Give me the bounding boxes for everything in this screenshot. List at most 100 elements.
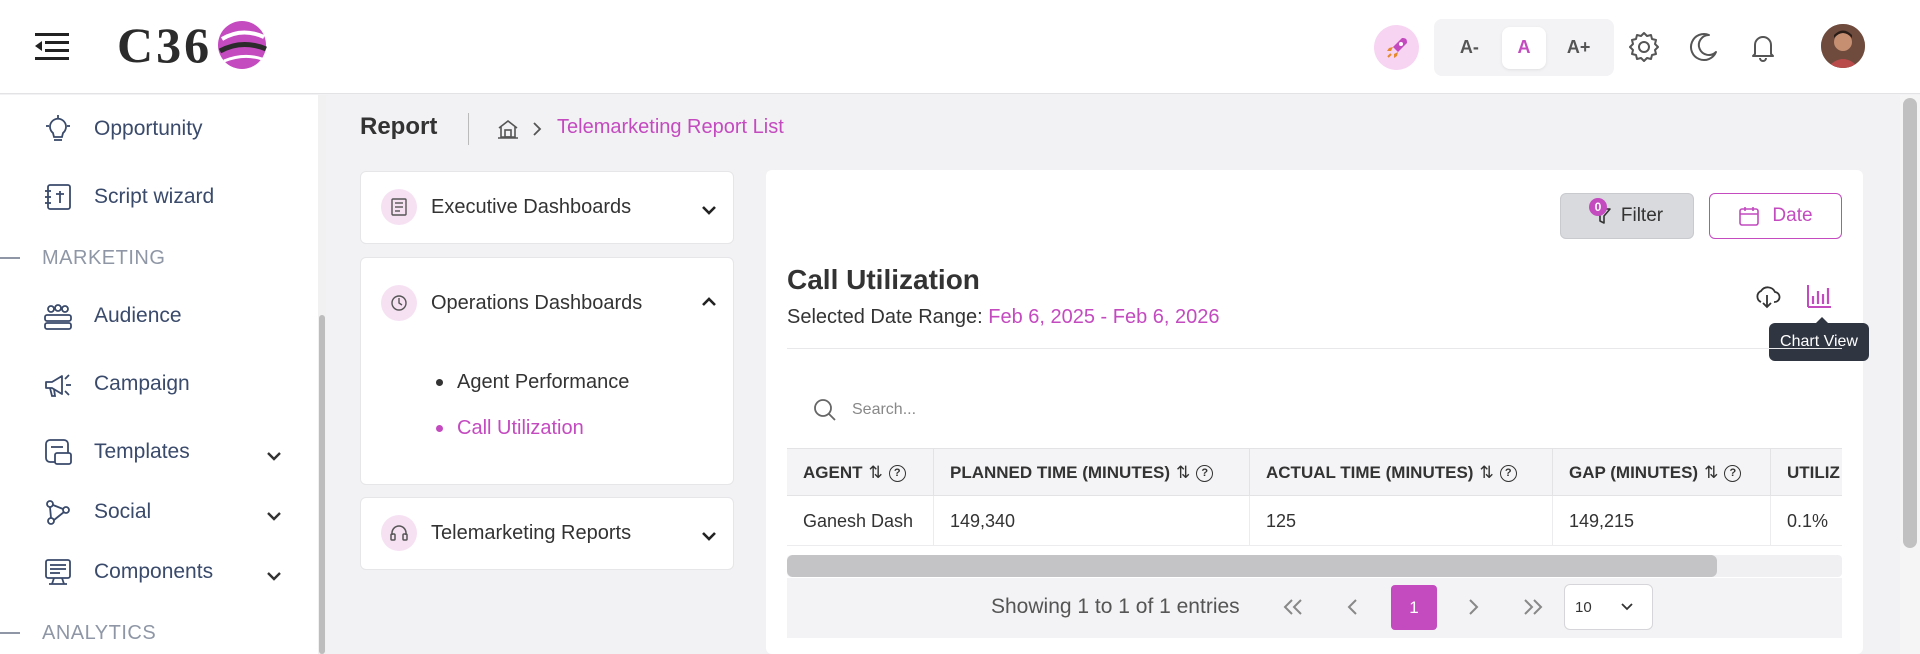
submenu-label: Agent Performance xyxy=(457,371,630,393)
breadcrumb-current[interactable]: Telemarketing Report List xyxy=(557,116,784,139)
sidebar-item-label: Audience xyxy=(94,304,182,327)
submenu-item-call-utilization[interactable]: Call Utilization xyxy=(436,417,584,440)
top-header: C36 A- A A+ xyxy=(0,0,1920,94)
chevron-up-icon[interactable] xyxy=(699,292,719,312)
calendar-icon xyxy=(1739,207,1760,226)
sidebar-item-label: Components xyxy=(94,560,214,583)
menu-collapse-icon[interactable] xyxy=(35,31,71,61)
chevron-down-icon[interactable] xyxy=(264,506,284,526)
section-label: MARKETING xyxy=(42,246,166,269)
help-icon[interactable]: ? xyxy=(1499,464,1517,482)
page-size-select[interactable]: 10 xyxy=(1564,584,1653,630)
pagination-bar xyxy=(787,578,1842,638)
sidebar-item-opportunity[interactable]: Opportunity xyxy=(42,109,203,149)
table-header: AGENT ⇅? PLANNED TIME (MINUTES) ⇅? ACTUAL … xyxy=(787,448,1842,497)
help-icon[interactable]: ? xyxy=(1196,464,1214,482)
moon-icon[interactable] xyxy=(1687,30,1721,64)
megaphone-icon xyxy=(45,374,71,397)
clock-icon xyxy=(381,285,417,321)
dashboard-icon xyxy=(381,189,417,225)
font-increase-button[interactable]: A+ xyxy=(1557,27,1601,69)
accordion-label: Telemarketing Reports xyxy=(431,521,632,544)
date-range-value: Feb 6, 2025 - Feb 6, 2026 xyxy=(988,306,1220,328)
report-table: AGENT ⇅? PLANNED TIME (MINUTES) ⇅? ACTUAL … xyxy=(787,448,1842,553)
font-decrease-button[interactable]: A- xyxy=(1447,27,1491,69)
accordion-operations[interactable]: Operations Dashboards Agent Performance … xyxy=(360,257,734,485)
sidebar-item-campaign[interactable]: Campaign xyxy=(42,364,190,404)
help-icon[interactable]: ? xyxy=(1724,464,1742,482)
sort-icon[interactable]: ⇅ xyxy=(1176,463,1190,483)
submenu-label: Call Utilization xyxy=(457,417,584,439)
sidebar-item-social[interactable]: Social xyxy=(42,492,151,532)
sidebar-item-label: Social xyxy=(94,500,152,523)
bell-icon[interactable] xyxy=(1746,30,1780,64)
help-icon[interactable]: ? xyxy=(888,464,906,482)
sidebar-item-label: Templates xyxy=(94,440,190,463)
date-range: Selected Date Range: Feb 6, 2025 - Feb 6… xyxy=(787,306,1220,329)
chevron-right-icon xyxy=(533,122,542,136)
logo-text: C36 xyxy=(117,17,213,73)
logo-globe-icon xyxy=(218,21,268,69)
avatar[interactable] xyxy=(1821,24,1865,68)
filter-button[interactable]: 0 Filter xyxy=(1560,193,1694,239)
table-row: Ganesh Dash 149,340 125 149,215 0.1% xyxy=(787,496,1842,546)
date-button[interactable]: Date xyxy=(1709,193,1842,239)
filter-label: Filter xyxy=(1620,205,1664,226)
cell-actual: 125 xyxy=(1250,496,1553,546)
chart-view-tooltip: Chart View xyxy=(1769,317,1869,361)
main-scrollbar-thumb[interactable] xyxy=(1903,98,1917,548)
rocket-icon[interactable] xyxy=(1374,25,1419,70)
bar-chart-icon[interactable] xyxy=(1805,282,1833,310)
pagination-summary: Showing 1 to 1 of 1 entries xyxy=(991,595,1240,618)
cell-agent: Ganesh Dash xyxy=(787,496,934,546)
brand-logo[interactable]: C36 xyxy=(117,16,270,74)
chevron-down-icon[interactable] xyxy=(699,526,719,546)
column-header-actual[interactable]: ACTUAL TIME (MINUTES) ⇅? xyxy=(1250,449,1553,497)
sidebar-item-label: Opportunity xyxy=(94,117,203,140)
date-range-label: Selected Date Range: xyxy=(787,306,983,328)
search-placeholder: Search... xyxy=(852,401,917,418)
font-size-controls: A- A A+ xyxy=(1434,19,1614,76)
date-label: Date xyxy=(1772,205,1813,226)
page-number-active[interactable]: 1 xyxy=(1391,585,1437,630)
section-label: ANALYTICS xyxy=(42,621,157,644)
column-header-planned[interactable]: PLANNED TIME (MINUTES) ⇅? xyxy=(934,449,1250,497)
sort-icon[interactable]: ⇅ xyxy=(869,463,883,483)
sidebar-scrollbar-thumb[interactable] xyxy=(319,315,325,654)
home-icon[interactable] xyxy=(497,118,519,140)
column-header-gap[interactable]: GAP (MINUTES) ⇅? xyxy=(1553,449,1771,497)
cell-gap: 149,215 xyxy=(1553,496,1771,546)
chevron-down-icon[interactable] xyxy=(699,200,719,220)
chevron-down-icon[interactable] xyxy=(264,566,284,586)
chevron-down-icon xyxy=(1621,603,1633,611)
next-page-icon[interactable] xyxy=(1458,592,1488,622)
accordion-telemarketing[interactable]: Telemarketing Reports xyxy=(360,497,734,570)
sidebar-item-audience[interactable]: Audience xyxy=(42,296,182,336)
chevron-down-icon[interactable] xyxy=(264,446,284,466)
table-scrollbar-thumb[interactable] xyxy=(787,555,1717,577)
submenu-item-agent-performance[interactable]: Agent Performance xyxy=(436,371,629,394)
last-page-icon[interactable] xyxy=(1518,592,1548,622)
first-page-icon[interactable] xyxy=(1278,592,1308,622)
sort-icon[interactable]: ⇅ xyxy=(1704,463,1718,483)
gear-icon[interactable] xyxy=(1627,30,1661,64)
sidebar-section-analytics: ANALYTICS xyxy=(0,618,156,648)
font-normal-button[interactable]: A xyxy=(1501,26,1546,69)
share-icon xyxy=(46,500,70,525)
search-field[interactable]: Search... xyxy=(812,393,1112,427)
cell-planned: 149,340 xyxy=(934,496,1250,546)
prev-page-icon[interactable] xyxy=(1338,592,1368,622)
sort-icon[interactable]: ⇅ xyxy=(1479,463,1493,483)
sidebar-item-components[interactable]: Components xyxy=(42,552,213,592)
sidebar-item-templates[interactable]: Templates xyxy=(42,432,190,472)
accordion-label: Executive Dashboards xyxy=(431,195,632,218)
column-header-agent[interactable]: AGENT ⇅? xyxy=(787,449,934,497)
components-icon xyxy=(45,559,71,585)
sidebar-item-label: Campaign xyxy=(94,372,190,395)
templates-icon xyxy=(45,439,72,465)
accordion-executive[interactable]: Executive Dashboards xyxy=(360,171,734,244)
column-header-utilization[interactable]: UTILIZ xyxy=(1771,449,1842,497)
sidebar-item-label: Script wizard xyxy=(94,185,215,208)
sidebar-item-script-wizard[interactable]: Script wizard xyxy=(42,177,214,217)
cloud-download-icon[interactable] xyxy=(1753,282,1781,310)
